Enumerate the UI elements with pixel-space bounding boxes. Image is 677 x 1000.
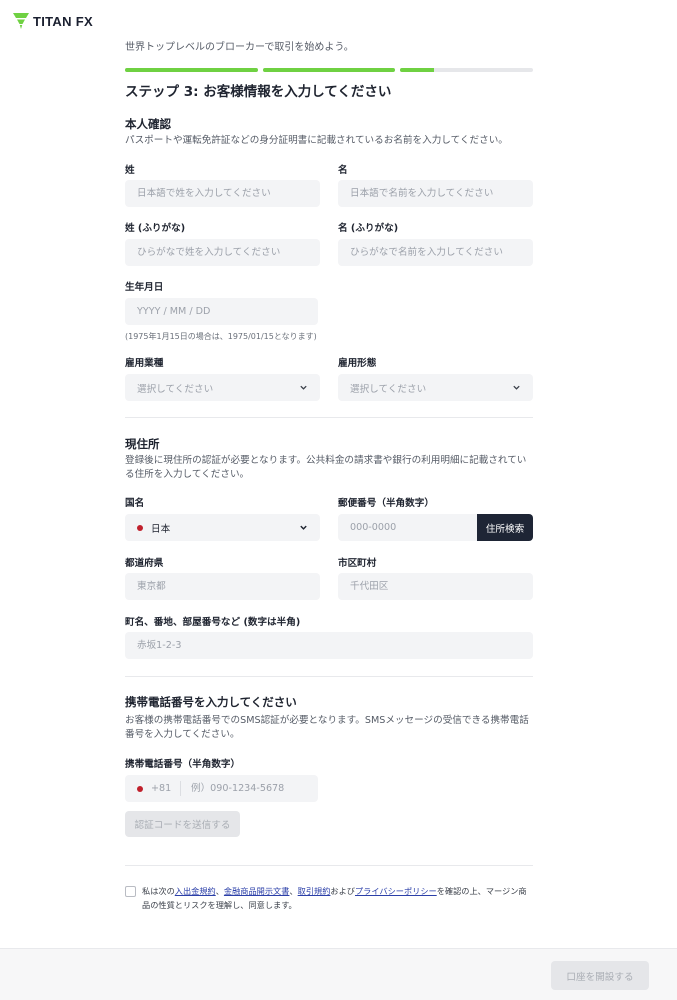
progress-step-1 bbox=[125, 68, 258, 72]
phone-section-title: 携帯電話番号を入力してください bbox=[125, 695, 297, 709]
occupation-select[interactable]: 選択してください bbox=[125, 374, 320, 401]
street-address-input[interactable] bbox=[125, 632, 533, 659]
chevron-down-icon bbox=[513, 385, 520, 390]
privacy-policy-link[interactable]: プライバシーポリシー bbox=[355, 886, 437, 896]
address-section-description: 登録後に現住所の認証が必要となります。公共料金の請求書や銀行の利用明細に記載され… bbox=[125, 455, 527, 480]
employment-label: 雇用形態 bbox=[338, 358, 377, 369]
first-name-label: 名 bbox=[338, 165, 348, 176]
send-verification-code-button[interactable]: 認証コードを送信する bbox=[125, 811, 240, 837]
city-label: 市区町村 bbox=[338, 558, 377, 569]
chevron-down-icon bbox=[300, 525, 307, 530]
phone-country-code-value: +81 bbox=[151, 783, 172, 794]
last-name-kana-label: 姓 (ふりがな) bbox=[125, 223, 186, 234]
first-name-kana-label: 名 (ふりがな) bbox=[338, 223, 399, 234]
terms-consent-text: 私は次の入出金規約、金融商品開示文書、取引規約およびプライバシーポリシーを確認の… bbox=[142, 884, 533, 912]
step-title: ステップ 3: お客様情報を入力してください bbox=[125, 84, 392, 100]
prefecture-label: 都道府県 bbox=[125, 558, 164, 569]
birthdate-input[interactable] bbox=[125, 298, 318, 325]
section-divider bbox=[125, 676, 533, 677]
street-address-label: 町名、番地、部屋番号など (数字は半角) bbox=[125, 617, 301, 628]
consent-text-part: 私は次の bbox=[142, 886, 175, 896]
identity-section-title: 本人確認 bbox=[125, 117, 171, 131]
open-account-button[interactable]: 口座を開設する bbox=[551, 961, 649, 990]
phone-number-label: 携帯電話番号（半角数字） bbox=[125, 759, 241, 770]
chevron-down-icon bbox=[300, 385, 307, 390]
phone-country-code[interactable]: +81 bbox=[137, 775, 171, 802]
postal-code-label: 郵便番号（半角数字） bbox=[338, 498, 434, 509]
address-section-title: 現住所 bbox=[125, 437, 160, 451]
header: TITAN FX bbox=[0, 0, 677, 40]
city-input[interactable] bbox=[338, 573, 533, 600]
phone-number-input[interactable] bbox=[181, 775, 318, 802]
brand-logo[interactable]: TITAN FX bbox=[12, 12, 93, 30]
progress-step-3 bbox=[400, 68, 534, 72]
last-name-input[interactable] bbox=[125, 180, 320, 207]
employment-select-value: 選択してください bbox=[350, 383, 427, 395]
financial-disclosure-link[interactable]: 金融商品開示文書 bbox=[224, 886, 290, 896]
section-divider bbox=[125, 417, 533, 418]
deposit-withdrawal-terms-link[interactable]: 入出金規約 bbox=[175, 886, 216, 896]
first-name-input[interactable] bbox=[338, 180, 533, 207]
consent-text-part: 、 bbox=[289, 886, 298, 896]
brand-name: TITAN FX bbox=[33, 13, 93, 29]
birthdate-label: 生年月日 bbox=[125, 282, 164, 293]
address-search-button[interactable]: 住所検索 bbox=[477, 514, 533, 541]
birthdate-hint: (1975年1月15日の場合は、1975/01/15となります) bbox=[125, 332, 317, 341]
japan-flag-icon bbox=[137, 524, 143, 531]
occupation-select-value: 選択してください bbox=[137, 383, 214, 395]
occupation-label: 雇用業種 bbox=[125, 358, 164, 369]
titan-logo-icon bbox=[13, 13, 29, 29]
progress-step-2 bbox=[262, 68, 396, 72]
step-progress bbox=[125, 68, 534, 72]
postal-code-input[interactable] bbox=[338, 514, 478, 541]
employment-select[interactable]: 選択してください bbox=[338, 374, 533, 401]
prefecture-input[interactable] bbox=[125, 573, 320, 600]
phone-number-field: +81 bbox=[125, 775, 318, 802]
footer-bar: 口座を開設する bbox=[0, 948, 677, 1000]
terms-checkbox[interactable] bbox=[125, 886, 136, 897]
country-select[interactable]: 日本 bbox=[125, 514, 320, 541]
first-name-kana-input[interactable] bbox=[338, 239, 533, 266]
last-name-label: 姓 bbox=[125, 165, 135, 176]
phone-section-description: お客様の携帯電話番号でのSMS認証が必要となります。SMSメッセージの受信できる… bbox=[125, 715, 529, 740]
consent-text-part: および bbox=[330, 886, 355, 896]
trading-terms-link[interactable]: 取引規約 bbox=[298, 886, 331, 896]
japan-flag-icon bbox=[137, 785, 143, 792]
page-subtitle: 世界トップレベルのブローカーで取引を始めよう。 bbox=[125, 42, 354, 53]
last-name-kana-input[interactable] bbox=[125, 239, 320, 266]
country-select-value: 日本 bbox=[151, 523, 171, 535]
section-divider bbox=[125, 865, 533, 866]
consent-text-part: 、 bbox=[215, 886, 224, 896]
country-label: 国名 bbox=[125, 498, 145, 509]
identity-section-description: パスポートや運転免許証などの身分証明書に記載されているお名前を入力してください。 bbox=[125, 135, 508, 146]
